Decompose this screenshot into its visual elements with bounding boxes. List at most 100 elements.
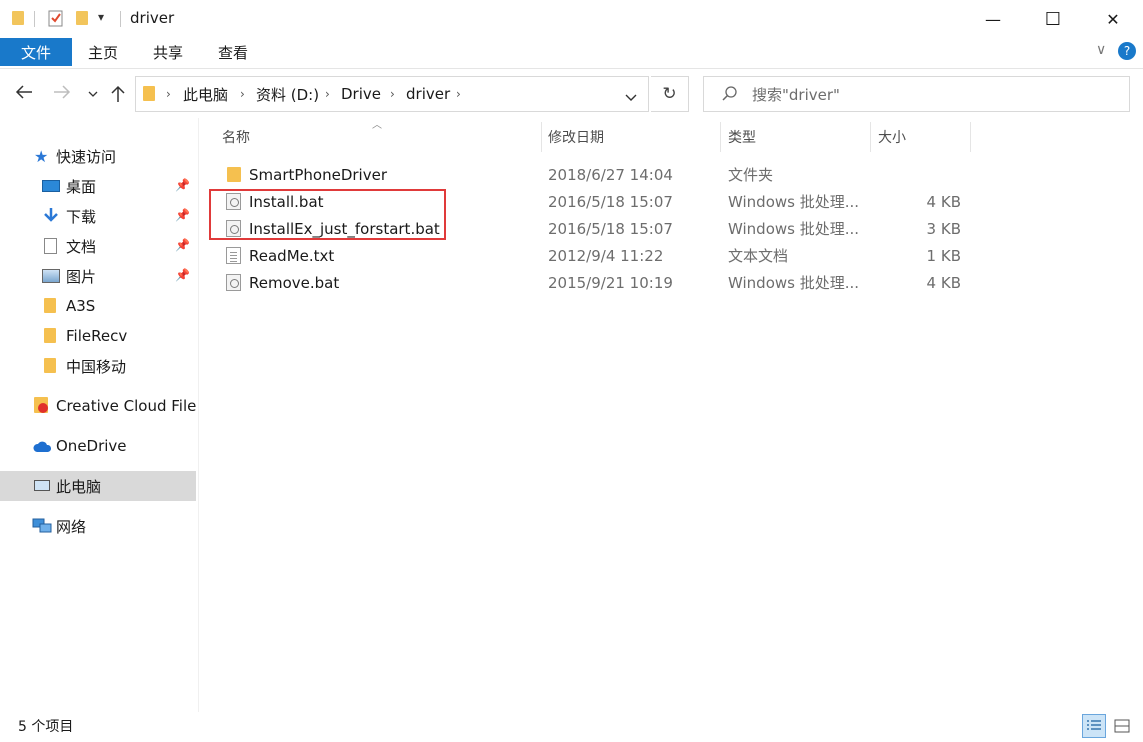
desktop-icon — [42, 180, 60, 192]
file-modified: 2016/5/18 15:07 — [548, 192, 673, 211]
cloud-icon — [32, 439, 52, 457]
recent-locations-icon[interactable] — [87, 86, 99, 104]
highlight-box — [209, 189, 446, 240]
nav-label: OneDrive — [56, 437, 127, 455]
new-folder-icon[interactable] — [76, 11, 88, 25]
tab-view[interactable]: 查看 — [218, 38, 248, 66]
up-arrow-icon[interactable] — [110, 84, 126, 108]
nav-item-desktop[interactable]: 桌面 📌 — [0, 171, 196, 201]
chevron-right-icon[interactable]: › — [325, 77, 330, 111]
download-icon — [42, 206, 60, 228]
folder-icon — [44, 328, 56, 343]
tab-share[interactable]: 共享 — [153, 38, 183, 66]
nav-label: 桌面 — [66, 177, 97, 196]
network-icon — [32, 518, 52, 538]
breadcrumb-drive[interactable]: Drive — [341, 77, 381, 111]
column-header-name[interactable]: 名称 — [222, 122, 250, 152]
nav-item-downloads[interactable]: 下载 📌 — [0, 201, 196, 231]
breadcrumb-this-pc[interactable]: 此电脑 — [183, 77, 228, 111]
tab-home[interactable]: 主页 — [88, 38, 118, 66]
nav-label: FileRecv — [66, 327, 128, 345]
minimize-button[interactable]: — — [970, 0, 1016, 38]
nav-item-filerecv[interactable]: FileRecv — [0, 321, 196, 351]
pictures-icon — [42, 269, 60, 283]
star-icon: ★ — [34, 147, 49, 166]
column-header-size[interactable]: 大小 — [878, 122, 906, 152]
folder-icon — [44, 358, 56, 373]
file-size: 4 KB — [926, 273, 961, 292]
pin-icon[interactable]: 📌 — [175, 238, 190, 252]
text-file-icon — [226, 247, 241, 264]
folder-icon — [227, 167, 241, 182]
nav-item-a3s[interactable]: A3S — [0, 291, 196, 321]
file-name: Remove.bat — [249, 273, 340, 292]
nav-onedrive[interactable]: OneDrive — [0, 431, 196, 461]
window-title: driver — [130, 9, 175, 27]
search-box[interactable]: 搜索"driver" — [703, 76, 1130, 112]
nav-item-china-mobile[interactable]: 中国移动 — [0, 351, 196, 381]
nav-label: 文档 — [66, 237, 97, 256]
file-modified: 2016/5/18 15:07 — [548, 219, 673, 238]
maximize-button[interactable]: ☐ — [1030, 0, 1076, 38]
file-row[interactable]: SmartPhoneDriver 2018/6/27 14:04 文件夹 — [213, 161, 973, 188]
nav-item-pictures[interactable]: 图片 📌 — [0, 261, 196, 291]
back-arrow-icon[interactable] — [14, 83, 34, 106]
pin-icon[interactable]: 📌 — [175, 208, 190, 222]
properties-icon[interactable] — [48, 9, 64, 27]
file-type: 文本文档 — [728, 247, 789, 265]
details-view-button[interactable] — [1082, 714, 1106, 738]
file-type: Windows 批处理... — [728, 274, 860, 292]
expand-ribbon-icon[interactable]: ∨ — [1096, 42, 1106, 58]
nav-creative-cloud[interactable]: Creative Cloud Files — [0, 391, 196, 421]
search-input[interactable]: 搜索"driver" — [752, 77, 840, 111]
nav-item-documents[interactable]: 文档 📌 — [0, 231, 196, 261]
title-bar: ▾ driver — ☐ ✕ — [0, 0, 1143, 38]
nav-quick-access[interactable]: ★ 快速访问 — [0, 141, 196, 171]
file-row[interactable]: Remove.bat 2015/9/21 10:19 Windows 批处理..… — [213, 269, 973, 296]
creative-cloud-icon — [38, 403, 48, 413]
file-size: 4 KB — [926, 192, 961, 211]
file-row[interactable]: ReadMe.txt 2012/9/4 11:22 文本文档 1 KB — [213, 242, 973, 269]
file-type: Windows 批处理... — [728, 193, 860, 211]
column-divider[interactable] — [541, 122, 542, 152]
pin-icon[interactable]: 📌 — [175, 178, 190, 192]
customize-quick-access-icon[interactable]: ▾ — [98, 10, 104, 24]
nav-label: 快速访问 — [56, 147, 117, 166]
chevron-right-icon[interactable]: › — [240, 77, 245, 111]
details-view-icon — [1087, 720, 1101, 730]
chevron-right-icon[interactable]: › — [390, 77, 395, 111]
breadcrumb-drive-d[interactable]: 资料 (D:) — [256, 77, 319, 111]
tab-file[interactable]: 文件 — [0, 38, 72, 66]
file-name: SmartPhoneDriver — [249, 165, 387, 184]
close-button[interactable]: ✕ — [1090, 0, 1136, 38]
breadcrumb-driver[interactable]: driver — [406, 77, 450, 111]
large-icons-view-button[interactable] — [1110, 714, 1134, 738]
nav-this-pc[interactable]: 此电脑 — [0, 471, 196, 501]
help-icon[interactable]: ? — [1118, 42, 1136, 60]
file-modified: 2012/9/4 11:22 — [548, 246, 664, 265]
nav-network[interactable]: 网络 — [0, 511, 196, 541]
address-bar[interactable]: › 此电脑 › 资料 (D:) › Drive › driver › — [135, 76, 649, 112]
column-header-modified[interactable]: 修改日期 — [548, 122, 604, 152]
forward-arrow-icon[interactable] — [52, 83, 72, 106]
folder-icon — [143, 86, 155, 101]
address-dropdown-icon[interactable] — [624, 89, 638, 107]
column-divider[interactable] — [720, 122, 721, 152]
file-modified: 2015/9/21 10:19 — [548, 273, 673, 292]
file-size: 3 KB — [926, 219, 961, 238]
file-name: ReadMe.txt — [249, 246, 335, 265]
column-divider[interactable] — [970, 122, 971, 152]
document-icon — [44, 238, 57, 254]
file-modified: 2018/6/27 14:04 — [548, 165, 673, 184]
file-size — [878, 161, 961, 188]
pin-icon[interactable]: 📌 — [175, 268, 190, 282]
chevron-right-icon[interactable]: › — [166, 77, 171, 111]
nav-label: 此电脑 — [56, 477, 102, 496]
sort-ascending-icon: ︿ — [372, 120, 382, 131]
search-icon — [721, 85, 739, 107]
nav-label: 中国移动 — [66, 357, 127, 376]
column-divider[interactable] — [870, 122, 871, 152]
column-header-type[interactable]: 类型 — [728, 122, 756, 152]
chevron-right-icon[interactable]: › — [456, 77, 461, 111]
refresh-button[interactable]: ↻ — [651, 76, 689, 112]
